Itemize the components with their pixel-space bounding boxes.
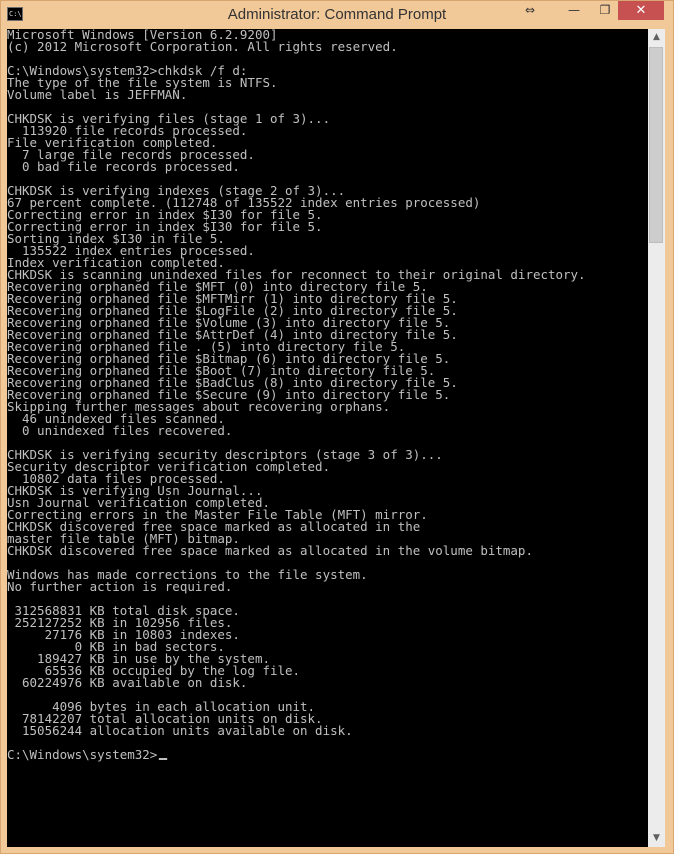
text-cursor — [158, 758, 167, 760]
vertical-scrollbar[interactable]: ▲ ▼ — [648, 29, 665, 847]
console-line: 0 unindexed files recovered. — [7, 424, 233, 438]
close-button[interactable]: ✕ — [618, 1, 664, 20]
console-line: 0 bad file records processed. — [7, 160, 240, 174]
restore-button[interactable]: ❐ — [591, 1, 619, 20]
command-prompt-line[interactable]: C:\Windows\system32> — [7, 749, 648, 761]
console-line: Volume label is JEFFMAN. — [7, 88, 188, 102]
prompt-text: C:\Windows\system32> — [7, 748, 158, 762]
console-line: (c) 2012 Microsoft Corporation. All righ… — [7, 40, 398, 54]
console-line: CHKDSK discovered free space marked as a… — [7, 544, 533, 558]
command-prompt-window: C:\. Administrator: Command Prompt ⇔ — ❐… — [0, 0, 674, 854]
resize-arrows-icon: ⇔ — [524, 3, 536, 17]
console-line: No further action is required. — [7, 580, 233, 594]
scroll-thumb[interactable] — [649, 47, 663, 243]
scroll-down-icon[interactable]: ▼ — [648, 830, 665, 847]
minimize-button[interactable]: — — [560, 1, 588, 20]
title-bar[interactable]: C:\. Administrator: Command Prompt ⇔ — ❐… — [1, 1, 673, 29]
console-line: 60224976 KB available on disk. — [7, 676, 248, 690]
console-output[interactable]: Microsoft Windows [Version 6.2.9200] (c) … — [7, 29, 648, 847]
console-line: 15056244 allocation units available on d… — [7, 724, 353, 738]
scroll-up-icon[interactable]: ▲ — [648, 29, 665, 46]
